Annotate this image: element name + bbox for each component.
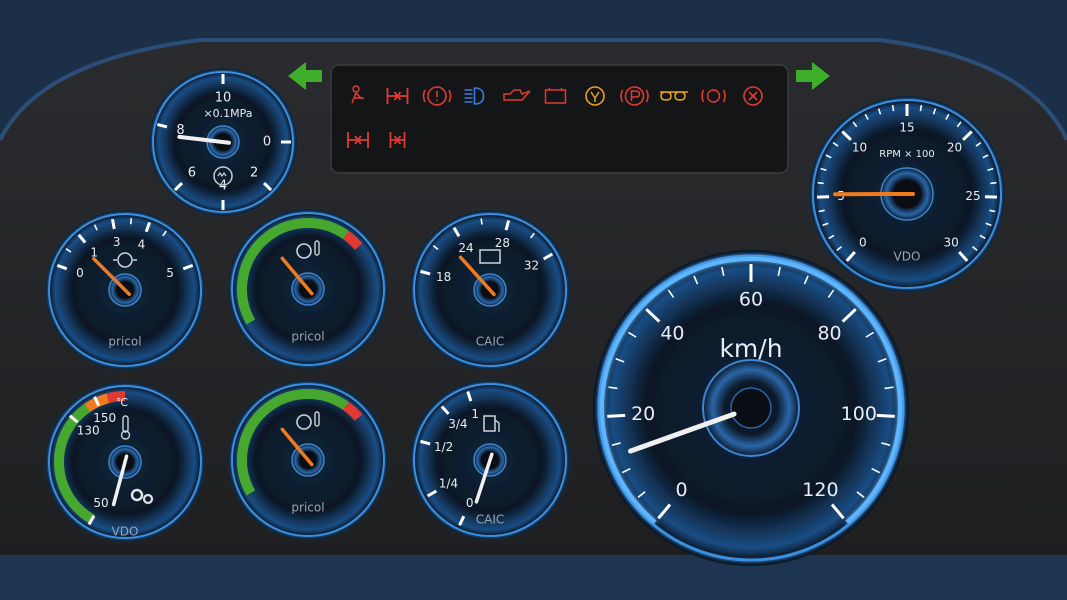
minor-tick	[990, 181, 997, 185]
oil-temp-gauge-top: pricol	[228, 209, 388, 369]
unit-label: ℃	[116, 396, 128, 409]
air-pressure-gauge: 2468100×0.1MPa	[149, 68, 297, 216]
unit-label: km/h	[719, 334, 782, 363]
brand-label: CAIC	[476, 335, 505, 349]
minor-tick	[480, 218, 483, 225]
minor-tick	[891, 105, 895, 112]
brand-label: pricol	[291, 330, 324, 344]
oil-pressure-gauge: 013 45pricol	[45, 210, 205, 370]
tick-label: 0	[466, 496, 474, 510]
tachometer: 051015202530RPM × 100VDO	[809, 96, 1005, 292]
tick-label: 60	[739, 289, 763, 311]
tick-label: 0	[859, 236, 867, 250]
major-tick	[111, 218, 116, 230]
tick-label: 50	[93, 496, 108, 510]
warning-light-panel	[330, 64, 789, 174]
tick-label: 40	[660, 322, 684, 344]
tick-label: 3	[113, 235, 121, 249]
speedometer: 0 20 40 60 80 100 120 km/h	[593, 250, 909, 566]
brand-label: VDO	[894, 250, 921, 264]
tick-label: 1/4	[439, 477, 458, 491]
tick-label: 10	[215, 91, 232, 106]
tick-label: 2	[250, 166, 258, 181]
unit-label: RPM × 100	[879, 149, 934, 160]
tick-label: 32	[524, 259, 539, 273]
tick-label: 25	[965, 189, 980, 203]
minor-tick	[817, 181, 824, 185]
brand-label: pricol	[291, 501, 324, 515]
tick-label: 3/4	[448, 417, 467, 431]
tick-label: 6	[188, 166, 196, 181]
tick-label: 20	[947, 141, 962, 155]
tick-label: 30	[944, 236, 959, 250]
tick-label: 10	[852, 141, 867, 155]
tick-label: 15	[899, 121, 914, 135]
tick-label: 24	[458, 241, 473, 255]
tick-label: 0	[263, 135, 271, 150]
tick-label: 1/2	[434, 440, 453, 454]
tick-label: 0	[676, 479, 688, 501]
brand-label: CAIC	[476, 513, 505, 527]
tick-label: 0	[76, 266, 84, 280]
tick-label: 150	[93, 411, 116, 425]
minor-tick	[919, 105, 923, 112]
brand-label: pricol	[108, 335, 141, 349]
minor-tick	[129, 218, 133, 225]
tick-label: 80	[817, 322, 841, 344]
fuel-gauge: 0 1/4 1/2 3/4 1 CAIC	[410, 380, 570, 540]
oil-temp-gauge-bottom: pricol	[228, 380, 388, 540]
voltage-gauge: 18 24 28 32 CAIC	[410, 210, 570, 370]
tick-label: 4	[219, 179, 227, 194]
instrument-cluster: 2468100×0.1MPa051015202530RPM × 100VDO01…	[0, 0, 1067, 600]
unit-label: ×0.1MPa	[203, 107, 252, 120]
tick-label: 5	[166, 266, 174, 280]
major-tick	[607, 413, 626, 418]
tick-label: 130	[77, 424, 100, 438]
coolant-temp-gauge: 50 130150 VDO ℃	[45, 382, 205, 542]
major-tick	[876, 413, 895, 418]
tick-label: 4	[138, 237, 146, 251]
tick-label: 120	[802, 479, 838, 501]
tick-label: 100	[841, 403, 877, 425]
tick-label: 1	[471, 407, 479, 421]
brand-label: VDO	[112, 525, 139, 539]
tick-label: 20	[631, 403, 655, 425]
tick-label: 28	[495, 236, 510, 250]
tick-label: 18	[436, 270, 451, 284]
